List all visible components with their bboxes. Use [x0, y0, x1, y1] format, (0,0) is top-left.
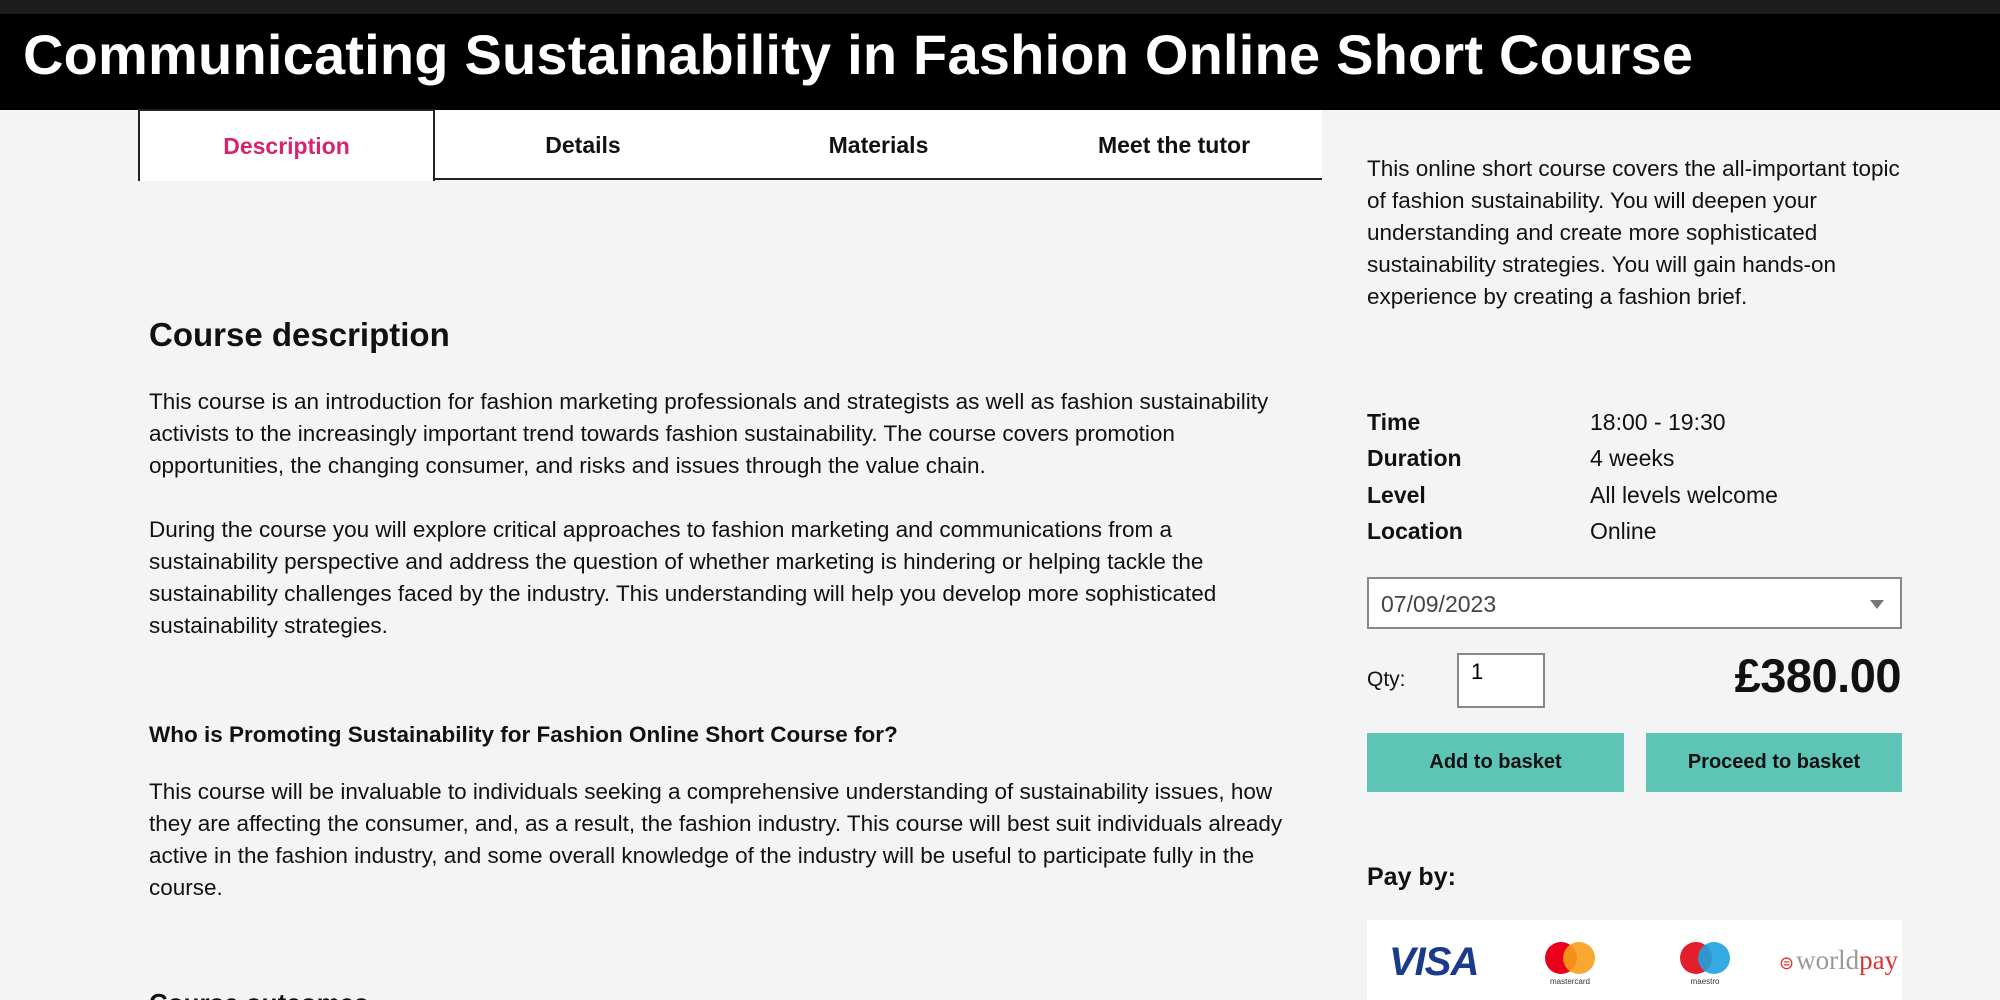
tab-materials[interactable]: Materials [731, 110, 1026, 180]
payment-logos-panel: VISA mastercard maestro ⊜worldpay [1367, 920, 1902, 1000]
info-row-duration: Duration 4 weeks [1367, 445, 1907, 479]
info-value: All levels welcome [1590, 482, 1778, 508]
tab-description[interactable]: Description [138, 109, 435, 181]
course-price: £380.00 [1734, 649, 1902, 702]
course-description-heading: Course description [149, 316, 450, 353]
proceed-to-basket-button[interactable]: Proceed to basket [1646, 733, 1902, 792]
visa-logo-icon: VISA [1389, 940, 1479, 984]
add-to-basket-button[interactable]: Add to basket [1367, 733, 1624, 792]
description-paragraph: This course is an introduction for fashi… [149, 389, 1269, 478]
top-strip [0, 0, 2000, 14]
info-label: Duration [1367, 445, 1462, 471]
mastercard-logo-icon: mastercard [1539, 942, 1599, 994]
audience-paragraph: This course will be invaluable to indivi… [149, 779, 1283, 900]
info-label: Level [1367, 482, 1426, 508]
info-label: Location [1367, 518, 1463, 544]
maestro-logo-icon: maestro [1674, 942, 1734, 994]
pay-by-label: Pay by: [1367, 863, 1456, 891]
course-summary: This online short course covers the all-… [1367, 156, 1900, 309]
chevron-down-icon [1870, 600, 1884, 609]
info-value: 4 weeks [1590, 445, 1675, 471]
qty-label: Qty: [1367, 668, 1406, 691]
tab-details[interactable]: Details [435, 110, 731, 180]
info-row-time: Time 18:00 - 19:30 [1367, 409, 1907, 443]
info-value: Online [1590, 518, 1657, 544]
audience-subheading: Who is Promoting Sustainability for Fash… [149, 722, 898, 747]
date-select[interactable]: 07/09/2023 [1367, 577, 1902, 629]
page-header: Communicating Sustainability in Fashion … [0, 14, 2000, 110]
description-paragraph: During the course you will explore criti… [149, 517, 1217, 638]
info-label: Time [1367, 409, 1421, 435]
date-select-value: 07/09/2023 [1381, 591, 1497, 617]
page-title: Communicating Sustainability in Fashion … [23, 23, 1694, 86]
info-row-level: Level All levels welcome [1367, 482, 1907, 516]
course-outcomes-heading: Course outcomes [149, 988, 369, 1000]
info-row-location: Location Online [1367, 518, 1907, 552]
mastercard-caption: mastercard [1549, 977, 1590, 986]
worldpay-logo-icon: ⊜worldpay [1779, 945, 1899, 975]
tab-bar: Description Details Materials Meet the t… [138, 109, 1322, 181]
tab-meet-the-tutor[interactable]: Meet the tutor [1026, 110, 1322, 180]
info-value: 18:00 - 19:30 [1590, 409, 1726, 435]
maestro-caption: maestro [1690, 977, 1720, 986]
qty-input[interactable] [1457, 653, 1545, 708]
